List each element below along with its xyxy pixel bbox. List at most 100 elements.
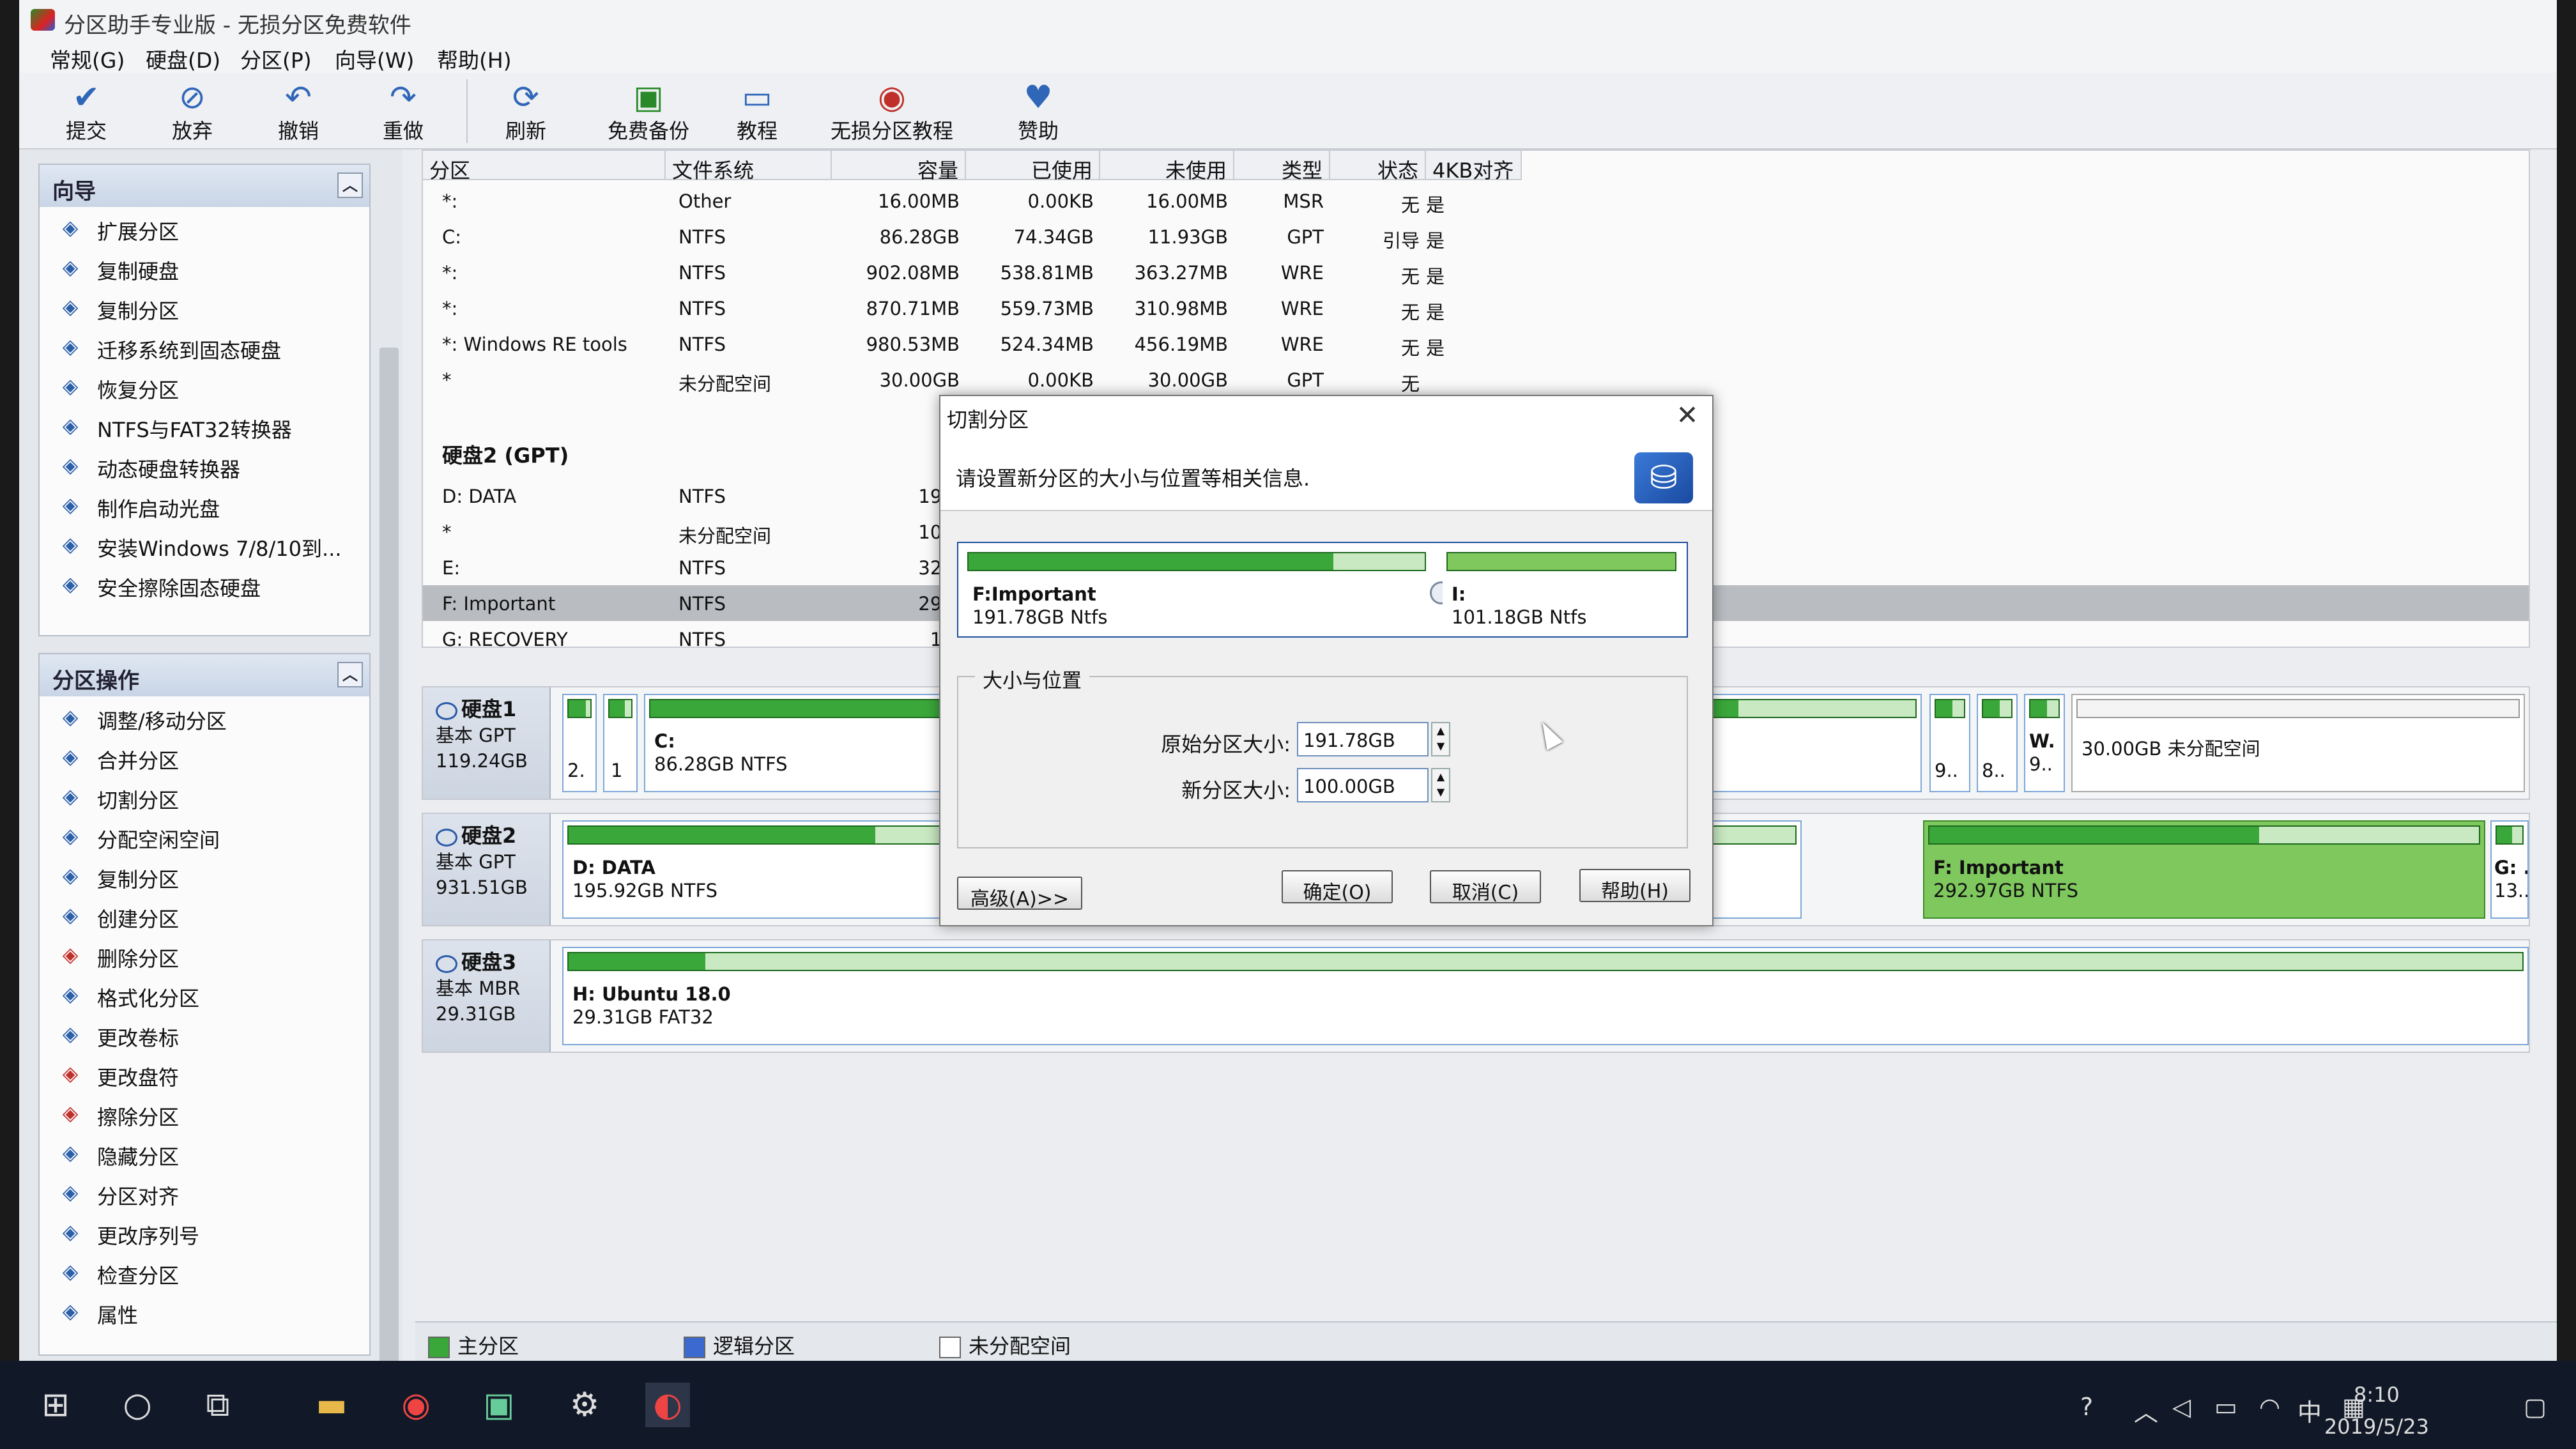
partition-label: G: ...13... xyxy=(2494,856,2527,902)
tutorial-button[interactable]: ▭ 教程 xyxy=(709,79,805,144)
col-unused[interactable]: 未使用 xyxy=(1100,151,1234,183)
table-row[interactable]: *: NTFS 902.08MB 538.81MB 363.27MB WRE 无是 xyxy=(423,254,2529,290)
commit-button[interactable]: ✔ 提交 xyxy=(38,79,134,144)
op-hide[interactable]: ◈ 隐藏分区 xyxy=(40,1132,369,1172)
op-properties[interactable]: ◈ 属性 xyxy=(40,1291,369,1330)
file-explorer-icon[interactable]: ▬ xyxy=(309,1383,354,1427)
chevron-up-icon[interactable]: ︿ xyxy=(2134,1393,2158,1428)
new-size-field[interactable]: 100.00GB xyxy=(1297,768,1429,802)
wizard-boot-cd[interactable]: ◈ 制作启动光盘 xyxy=(40,484,369,524)
col-status[interactable]: 状态 xyxy=(1330,151,1426,183)
partition-assistant-taskbar-icon[interactable]: ◐ xyxy=(645,1383,690,1427)
help-icon[interactable]: ? xyxy=(2080,1393,2093,1421)
wizard-dynamic-disk[interactable]: ◈ 动态硬盘转换器 xyxy=(40,445,369,484)
lossless-tutorial-button[interactable]: ◉ 无损分区教程 xyxy=(809,79,975,144)
table-row[interactable]: *: Windows RE tools NTFS 980.53MB 524.34MB 4… xyxy=(423,326,2529,362)
col-type[interactable]: 类型 xyxy=(1234,151,1330,183)
partition-block[interactable]: 9.. xyxy=(1929,694,1970,792)
menu-general[interactable]: 常规(G) xyxy=(50,43,125,74)
op-copy[interactable]: ◈ 复制分区 xyxy=(40,855,369,894)
preview-right-partition[interactable]: I: 101.18GB Ntfs xyxy=(1443,548,1680,629)
left-scrollbar[interactable] xyxy=(377,309,402,1361)
op-serial[interactable]: ◈ 更改序列号 xyxy=(40,1211,369,1251)
op-merge[interactable]: ◈ 合并分区 xyxy=(40,736,369,776)
ok-button[interactable]: 确定(O) xyxy=(1282,870,1393,904)
sponsor-button[interactable]: ♥ 赞助 xyxy=(990,79,1086,144)
op-delete[interactable]: ◈ 删除分区 xyxy=(40,934,369,974)
partition-block[interactable]: 1 xyxy=(603,694,638,792)
notification-icon[interactable]: ▢ xyxy=(2524,1393,2547,1421)
scroll-thumb[interactable] xyxy=(379,348,399,1361)
table-row[interactable]: * 未分配空间 30.00GB 0.00KB 30.00GB GPT 无 xyxy=(423,362,2529,397)
op-align[interactable]: ◈ 分区对齐 xyxy=(40,1172,369,1211)
clock-time: 8:10 xyxy=(2354,1383,2400,1407)
col-used[interactable]: 已使用 xyxy=(966,151,1100,183)
partition-block[interactable]: H: Ubuntu 18.0 29.31GB FAT32 xyxy=(562,947,2529,1045)
volume-icon[interactable]: ◁ xyxy=(2172,1393,2191,1421)
op-split[interactable]: ◈ 切割分区 xyxy=(40,776,369,815)
partition-block[interactable]: 8.. xyxy=(1977,694,2018,792)
op-change-label[interactable]: ◈ 更改卷标 xyxy=(40,1013,369,1053)
partition-block[interactable]: W. 9.. xyxy=(2024,694,2065,792)
op-resize-move[interactable]: ◈ 调整/移动分区 xyxy=(40,696,369,736)
new-size-spinner[interactable]: ▲ ▼ xyxy=(1431,768,1450,802)
wizard-secure-erase[interactable]: ◈ 安全擦除固态硬盘 xyxy=(40,564,369,603)
settings-icon[interactable]: ⚙ xyxy=(562,1383,607,1427)
task-view-icon[interactable]: ⧉ xyxy=(195,1383,240,1427)
menu-partition[interactable]: 分区(P) xyxy=(240,43,312,74)
op-change-letter[interactable]: ◈ 更改盘符 xyxy=(40,1053,369,1092)
col-filesystem[interactable]: 文件系统 xyxy=(666,151,832,183)
preview-left-partition[interactable]: F:Important 191.78GB Ntfs xyxy=(963,548,1430,629)
chrome-icon[interactable]: ◉ xyxy=(394,1383,438,1427)
wizard-recover-partition[interactable]: ◈ 恢复分区 xyxy=(40,365,369,405)
unallocated-block[interactable]: 30.00GB 未分配空间 xyxy=(2071,694,2525,792)
orig-size-field[interactable]: 191.78GB xyxy=(1297,722,1429,756)
help-button[interactable]: 帮助(H) xyxy=(1579,869,1690,903)
wizard-copy-disk[interactable]: ◈ 复制硬盘 xyxy=(40,247,369,286)
app-icon[interactable]: ▣ xyxy=(477,1383,521,1427)
orig-size-spinner[interactable]: ▲ ▼ xyxy=(1431,722,1450,756)
wizard-migrate-os[interactable]: ◈ 迁移系统到固态硬盘 xyxy=(40,326,369,365)
undo-button[interactable]: ↶ 撤销 xyxy=(250,79,346,144)
redo-button[interactable]: ↷ 重做 xyxy=(355,79,451,144)
wizard-extend-partition[interactable]: ◈ 扩展分区 xyxy=(40,207,369,247)
wizard-copy-partition[interactable]: ◈ 复制分区 xyxy=(40,286,369,326)
op-wipe[interactable]: ◈ 擦除分区 xyxy=(40,1092,369,1132)
wizard-item-label: 迁移系统到固态硬盘 xyxy=(97,339,282,363)
clock[interactable]: 8:10 2019/5/23 xyxy=(2324,1379,2429,1443)
col-partition[interactable]: 分区 xyxy=(423,151,666,183)
partition-block[interactable]: G: ...13... xyxy=(2490,820,2529,919)
windows-start-icon[interactable]: ⊞ xyxy=(33,1383,78,1427)
partition-block-selected[interactable]: F: Important 292.97GB NTFS xyxy=(1923,820,2485,919)
cancel-button[interactable]: 取消(C) xyxy=(1430,870,1541,904)
advanced-button[interactable]: 高级(A)>> xyxy=(957,877,1082,910)
table-row[interactable]: *: NTFS 870.71MB 559.73MB 310.98MB WRE 无是 xyxy=(423,290,2529,326)
op-format[interactable]: ◈ 格式化分区 xyxy=(40,974,369,1013)
refresh-button[interactable]: ⟳ 刷新 xyxy=(478,79,574,144)
partition-size: 292.97GB NTFS xyxy=(1933,880,2079,901)
menu-wizard[interactable]: 向导(W) xyxy=(335,43,414,74)
op-check[interactable]: ◈ 检查分区 xyxy=(40,1251,369,1291)
wifi-icon[interactable]: ◠ xyxy=(2259,1393,2280,1421)
table-row[interactable]: C: NTFS 86.28GB 74.34GB 11.93GB GPT 引导是 xyxy=(423,218,2529,254)
collapse-up-icon[interactable]: ︿ xyxy=(337,172,363,198)
wizard-ntfs-fat32[interactable]: ◈ NTFS与FAT32转换器 xyxy=(40,405,369,445)
partition-size: 9.. xyxy=(2029,753,2053,775)
op-create[interactable]: ◈ 创建分区 xyxy=(40,894,369,934)
disk3-map[interactable]: 硬盘3 基本 MBR 29.31GB H: Ubuntu 18.0 29.31GB F… xyxy=(422,939,2530,1053)
op-allocate-free[interactable]: ◈ 分配空闲空间 xyxy=(40,815,369,855)
battery-icon[interactable]: ▭ xyxy=(2214,1393,2237,1421)
col-4k-align[interactable]: 4KB对齐 xyxy=(1426,151,1522,183)
col-capacity[interactable]: 容量 xyxy=(832,151,966,183)
collapse-up-icon[interactable]: ︿ xyxy=(337,662,363,687)
close-icon[interactable]: ✕ xyxy=(1671,401,1703,431)
partition-block[interactable]: 2. xyxy=(562,694,597,792)
free-backup-button[interactable]: ▣ 免费备份 xyxy=(588,79,709,144)
search-icon[interactable]: ○ xyxy=(115,1383,160,1427)
discard-button[interactable]: ⊘ 放弃 xyxy=(144,79,240,144)
wizard-install-windows[interactable]: ◈ 安装Windows 7/8/10到... xyxy=(40,524,369,564)
ime-indicator[interactable]: 中 xyxy=(2297,1393,2322,1428)
menu-disk[interactable]: 硬盘(D) xyxy=(146,43,220,74)
table-row[interactable]: *: Other 16.00MB 0.00KB 16.00MB MSR 无是 xyxy=(423,183,2529,218)
menu-help[interactable]: 帮助(H) xyxy=(437,43,512,74)
